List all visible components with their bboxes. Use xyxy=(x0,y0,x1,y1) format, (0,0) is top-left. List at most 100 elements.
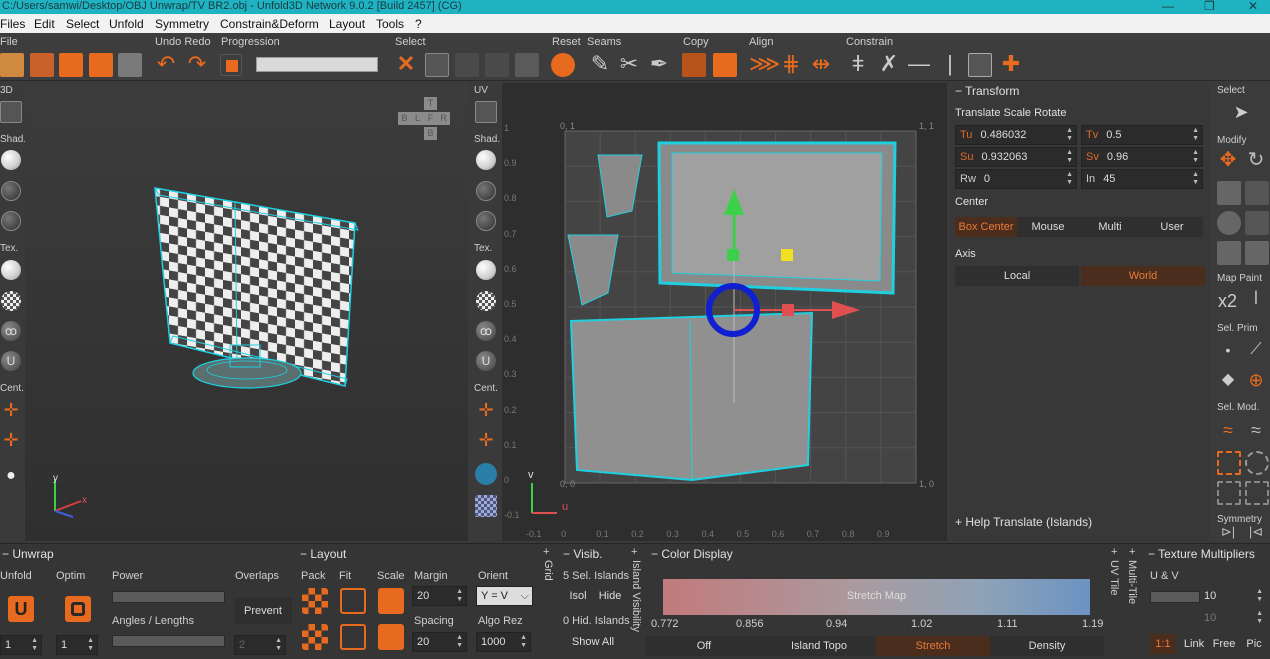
center-selection-icon[interactable]: ✛ xyxy=(0,397,23,423)
pack-button[interactable] xyxy=(302,588,328,614)
display-density-button[interactable]: Density xyxy=(990,636,1104,656)
unpin-icon[interactable]: ✗ xyxy=(877,51,901,77)
select-all-icon[interactable] xyxy=(425,53,449,77)
center-mouse-button[interactable]: Mouse xyxy=(1017,217,1079,237)
isol-button[interactable]: Isol xyxy=(563,586,593,606)
save-icon[interactable] xyxy=(59,53,83,77)
rw-spinner-icon[interactable]: ▲ ▼ xyxy=(1066,171,1073,187)
power-slider[interactable] xyxy=(112,591,225,603)
shading-flat-icon[interactable] xyxy=(1,211,21,231)
scale-icon[interactable] xyxy=(1217,181,1241,205)
align-u-icon[interactable]: ⋙ xyxy=(749,51,780,77)
grid-plus-icon[interactable]: + xyxy=(543,546,549,558)
select-grow-icon[interactable] xyxy=(485,53,509,77)
menu-select[interactable]: Select xyxy=(66,17,99,31)
rw-field[interactable]: Rw 0 ▲ ▼ xyxy=(955,169,1077,189)
align-v-icon[interactable]: ⋕ xyxy=(779,51,803,77)
menu-layout[interactable]: Layout xyxy=(329,17,365,31)
display-off-button[interactable]: Off xyxy=(646,636,762,656)
stop-button[interactable] xyxy=(220,54,242,76)
uv-center-pivot-icon[interactable]: ✛ xyxy=(474,427,498,453)
redo-icon[interactable]: ↷ xyxy=(185,51,209,77)
texture-u-icon[interactable]: U xyxy=(1,351,21,371)
display-island-topo-button[interactable]: Island Topo xyxy=(762,636,876,656)
screenshot-icon[interactable] xyxy=(118,53,142,77)
minimize-icon[interactable]: — xyxy=(1162,0,1174,12)
margin-field[interactable]: 20 ▲ ▼ xyxy=(412,586,467,606)
rotate-icon[interactable]: ↻ xyxy=(1244,147,1268,173)
maximize-icon[interactable]: ❐ xyxy=(1204,0,1215,12)
axis-local-button[interactable]: Local xyxy=(955,266,1079,286)
pack-alt-button[interactable] xyxy=(302,624,328,650)
power-value-field[interactable]: 2 ▲ ▼ xyxy=(234,635,286,655)
center-user-button[interactable]: User xyxy=(1141,217,1203,237)
auto-seam-icon[interactable]: ✒ xyxy=(647,51,671,77)
visib-header[interactable]: − Visib. xyxy=(563,547,602,561)
tu-field[interactable]: Tu 0.486032 ▲ ▼ xyxy=(955,125,1077,145)
uv-lock-icon[interactable] xyxy=(475,463,497,485)
margin-spinner-icon[interactable]: ▲ ▼ xyxy=(456,588,463,604)
in-spinner-icon[interactable]: ▲ ▼ xyxy=(1192,171,1199,187)
select-cursor-icon[interactable]: ➤ xyxy=(1229,99,1253,125)
link-button[interactable]: Link xyxy=(1180,634,1208,654)
pic-button[interactable]: Pic xyxy=(1240,634,1268,654)
uv-mult-slider[interactable] xyxy=(1150,591,1200,603)
reset-icon[interactable] xyxy=(551,53,575,77)
show-all-button[interactable]: Show All xyxy=(563,632,623,652)
weld-seam-icon[interactable]: ✂ xyxy=(617,51,641,77)
deselect-icon[interactable]: ✕ xyxy=(394,51,418,77)
menu-symmetry[interactable]: Symmetry xyxy=(155,17,209,31)
align-both-icon[interactable]: ⇹ xyxy=(809,51,833,77)
wave-icon[interactable] xyxy=(1245,211,1269,235)
fit-button[interactable] xyxy=(340,588,366,614)
lasso-select-icon[interactable] xyxy=(1245,451,1269,475)
move-icon[interactable]: ✥ xyxy=(1216,147,1240,173)
in-field[interactable]: In 45 ▲ ▼ xyxy=(1081,169,1203,189)
tv-spinner-icon[interactable]: ▲ ▼ xyxy=(1192,127,1199,143)
spacing-spinner-icon[interactable]: ▲ ▼ xyxy=(456,634,463,650)
unfold-button[interactable]: U xyxy=(8,596,34,622)
frame-uv-icon[interactable] xyxy=(475,101,497,123)
box-select-icon[interactable] xyxy=(1217,451,1241,475)
menu-unfold[interactable]: Unfold xyxy=(109,17,144,31)
constrain-h-icon[interactable]: — xyxy=(907,51,931,77)
polygon-select-icon[interactable] xyxy=(1245,481,1269,505)
scale-alt-button[interactable] xyxy=(378,624,404,650)
constrain-grid-icon[interactable] xyxy=(968,53,992,77)
light-icon[interactable]: ● xyxy=(0,463,23,489)
u-mult-spinner-icon[interactable]: ▲ ▼ xyxy=(1256,588,1263,604)
unwrap-header[interactable]: − Unwrap xyxy=(2,547,54,561)
uv-shading-smooth-icon[interactable] xyxy=(476,150,496,170)
uv-checker-bg-icon[interactable] xyxy=(475,495,497,517)
magnet-icon[interactable] xyxy=(1217,241,1241,265)
sv-field[interactable]: Sv 0.96 ▲ ▼ xyxy=(1081,147,1203,167)
fit-alt-button[interactable] xyxy=(340,624,366,650)
power-value-spinner-icon[interactable]: ▲ ▼ xyxy=(275,637,282,653)
v-mult-spinner-icon[interactable]: ▲ ▼ xyxy=(1256,610,1263,626)
uv-shading-flat-icon[interactable] xyxy=(476,211,496,231)
color-display-header[interactable]: − Color Display xyxy=(651,547,733,561)
uv-shading-wire-icon[interactable] xyxy=(476,181,496,201)
island-vis-plus-icon[interactable]: + xyxy=(631,546,637,558)
algo-rez-field[interactable]: 1000 ▲ ▼ xyxy=(476,632,531,652)
multi-tile-plus-icon[interactable]: + xyxy=(1129,546,1135,558)
unfold-iterations-field[interactable]: 1 ▲ ▼ xyxy=(0,635,42,655)
smooth-icon[interactable] xyxy=(1245,241,1269,265)
angles-lengths-slider[interactable] xyxy=(112,635,225,647)
symmetry-v-icon[interactable]: |⊲ xyxy=(1244,519,1268,545)
unfold-iterations-spinner-icon[interactable]: ▲ ▼ xyxy=(31,637,38,653)
texture-checker-icon[interactable] xyxy=(1,291,21,311)
su-field[interactable]: Su 0.932063 ▲ ▼ xyxy=(955,147,1077,167)
menu-tools[interactable]: Tools xyxy=(376,17,404,31)
algo-rez-spinner-icon[interactable]: ▲ ▼ xyxy=(520,634,527,650)
layout-header[interactable]: − Layout xyxy=(300,547,346,561)
ratio-1to1-button[interactable]: 1:1 xyxy=(1150,634,1176,654)
island-mode-icon[interactable]: ⊕ xyxy=(1244,367,1268,393)
save-as-icon[interactable] xyxy=(89,53,113,77)
import-icon[interactable] xyxy=(30,53,54,77)
uv-center-selection-icon[interactable]: ✛ xyxy=(474,397,498,423)
prevent-overlaps-button[interactable]: Prevent xyxy=(234,598,292,624)
pin-icon[interactable]: ǂ xyxy=(846,51,870,77)
close-icon[interactable]: ✕ xyxy=(1248,0,1258,12)
copy-stack-icon[interactable] xyxy=(682,53,706,77)
